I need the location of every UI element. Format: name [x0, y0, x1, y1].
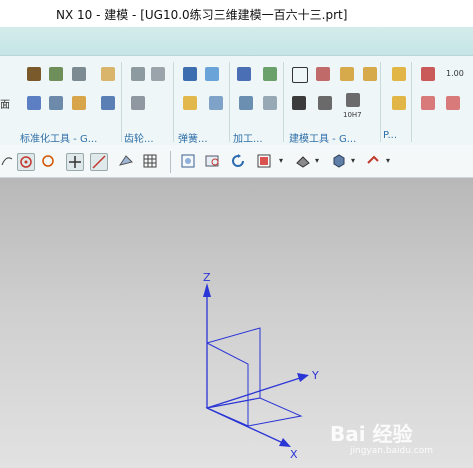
baidu-watermark: Bai 经验 [330, 422, 413, 446]
cube-icon[interactable] [72, 96, 86, 110]
layers-icon[interactable] [49, 67, 63, 81]
title-bar: NX 10 - 建模 - [UG10.0练习三维建模一百六十三.prt] [0, 0, 473, 27]
group-label-gears[interactable]: 齿轮... [124, 130, 154, 145]
coins-2-icon[interactable] [392, 96, 406, 110]
plan-icon[interactable] [263, 96, 277, 110]
list-icon[interactable] [292, 96, 306, 110]
snap-intersection-icon[interactable] [66, 153, 84, 171]
face-label: 面 [0, 100, 10, 111]
window-title: NX 10 - 建模 - [UG10.0练习三维建模一百六十三.prt] [56, 8, 348, 22]
gear-sketch-icon[interactable] [131, 67, 145, 81]
snap-face-icon[interactable] [118, 153, 134, 169]
ribbon-separator [380, 62, 381, 142]
render-style-icon[interactable] [295, 153, 311, 169]
snap-line-icon[interactable] [90, 153, 108, 171]
ribbon-separator [283, 62, 284, 142]
shading-dropdown-arrow[interactable]: ▾ [351, 156, 355, 165]
stack-icon[interactable] [72, 67, 86, 81]
group-label-springs[interactable]: 弹簧... [178, 130, 208, 145]
edge-display-icon[interactable] [366, 153, 382, 169]
arrow-red-icon[interactable] [421, 96, 435, 110]
h7-label: 10H7 [343, 111, 362, 119]
tool-icon[interactable] [27, 96, 41, 110]
coin-icon[interactable] [183, 96, 197, 110]
ribbon-separator [229, 62, 230, 142]
ribbon-separator [411, 62, 412, 142]
pen-icon[interactable] [318, 96, 332, 110]
orient-dropdown-arrow[interactable]: ▾ [279, 156, 283, 165]
triangle-icon[interactable] [292, 67, 308, 83]
snap-quadrant-icon[interactable] [40, 153, 56, 169]
group-label-standard-tools[interactable]: 标准化工具 - G... [20, 130, 97, 145]
toolbar-separator [170, 151, 171, 173]
group-label-p[interactable]: P... [383, 130, 397, 141]
wrench-icon[interactable] [49, 96, 63, 110]
render-dropdown-arrow[interactable]: ▾ [315, 156, 319, 165]
rotate-icon[interactable] [230, 153, 246, 169]
gear-settings-icon[interactable] [101, 96, 115, 110]
axis-icon[interactable] [131, 96, 145, 110]
ribbon-separator [121, 62, 122, 142]
gear-sketch-2-icon[interactable] [151, 67, 165, 81]
shaded-cube-icon[interactable] [331, 153, 347, 169]
fit-view-icon[interactable] [180, 153, 196, 169]
sketch-icon[interactable] [27, 67, 41, 81]
edge-dropdown-arrow[interactable]: ▾ [386, 156, 390, 165]
zoom-icon[interactable] [205, 153, 221, 169]
group-label-machining[interactable]: 加工... [233, 130, 263, 145]
spring-stack-icon[interactable] [183, 67, 197, 81]
orient-view-icon[interactable] [256, 153, 272, 169]
bearing-icon[interactable] [346, 93, 360, 107]
chart-red-icon[interactable] [446, 96, 460, 110]
scale-label: 1.00 [446, 69, 464, 78]
grid-icon[interactable] [239, 96, 253, 110]
spring-icon[interactable] [205, 67, 219, 81]
folder-2-icon[interactable] [363, 67, 377, 81]
ribbon-separator [173, 62, 174, 142]
coins-icon[interactable] [392, 67, 406, 81]
folder-icon[interactable] [340, 67, 354, 81]
curve-icon[interactable] [0, 153, 16, 169]
check-icon[interactable] [237, 67, 251, 81]
tool-2-icon[interactable] [209, 96, 223, 110]
grid-snap-icon[interactable] [142, 153, 158, 169]
group-label-modeling-tools[interactable]: 建模工具 - G... [289, 130, 356, 145]
target-icon[interactable] [421, 67, 435, 81]
ribbon-tab-band [0, 27, 473, 56]
snap-center-icon[interactable] [17, 153, 35, 171]
table-icon[interactable] [316, 67, 330, 81]
hand-icon[interactable] [101, 67, 115, 81]
baidu-watermark-url: jingyan.baidu.com [350, 446, 434, 456]
cup-icon[interactable] [263, 67, 277, 81]
